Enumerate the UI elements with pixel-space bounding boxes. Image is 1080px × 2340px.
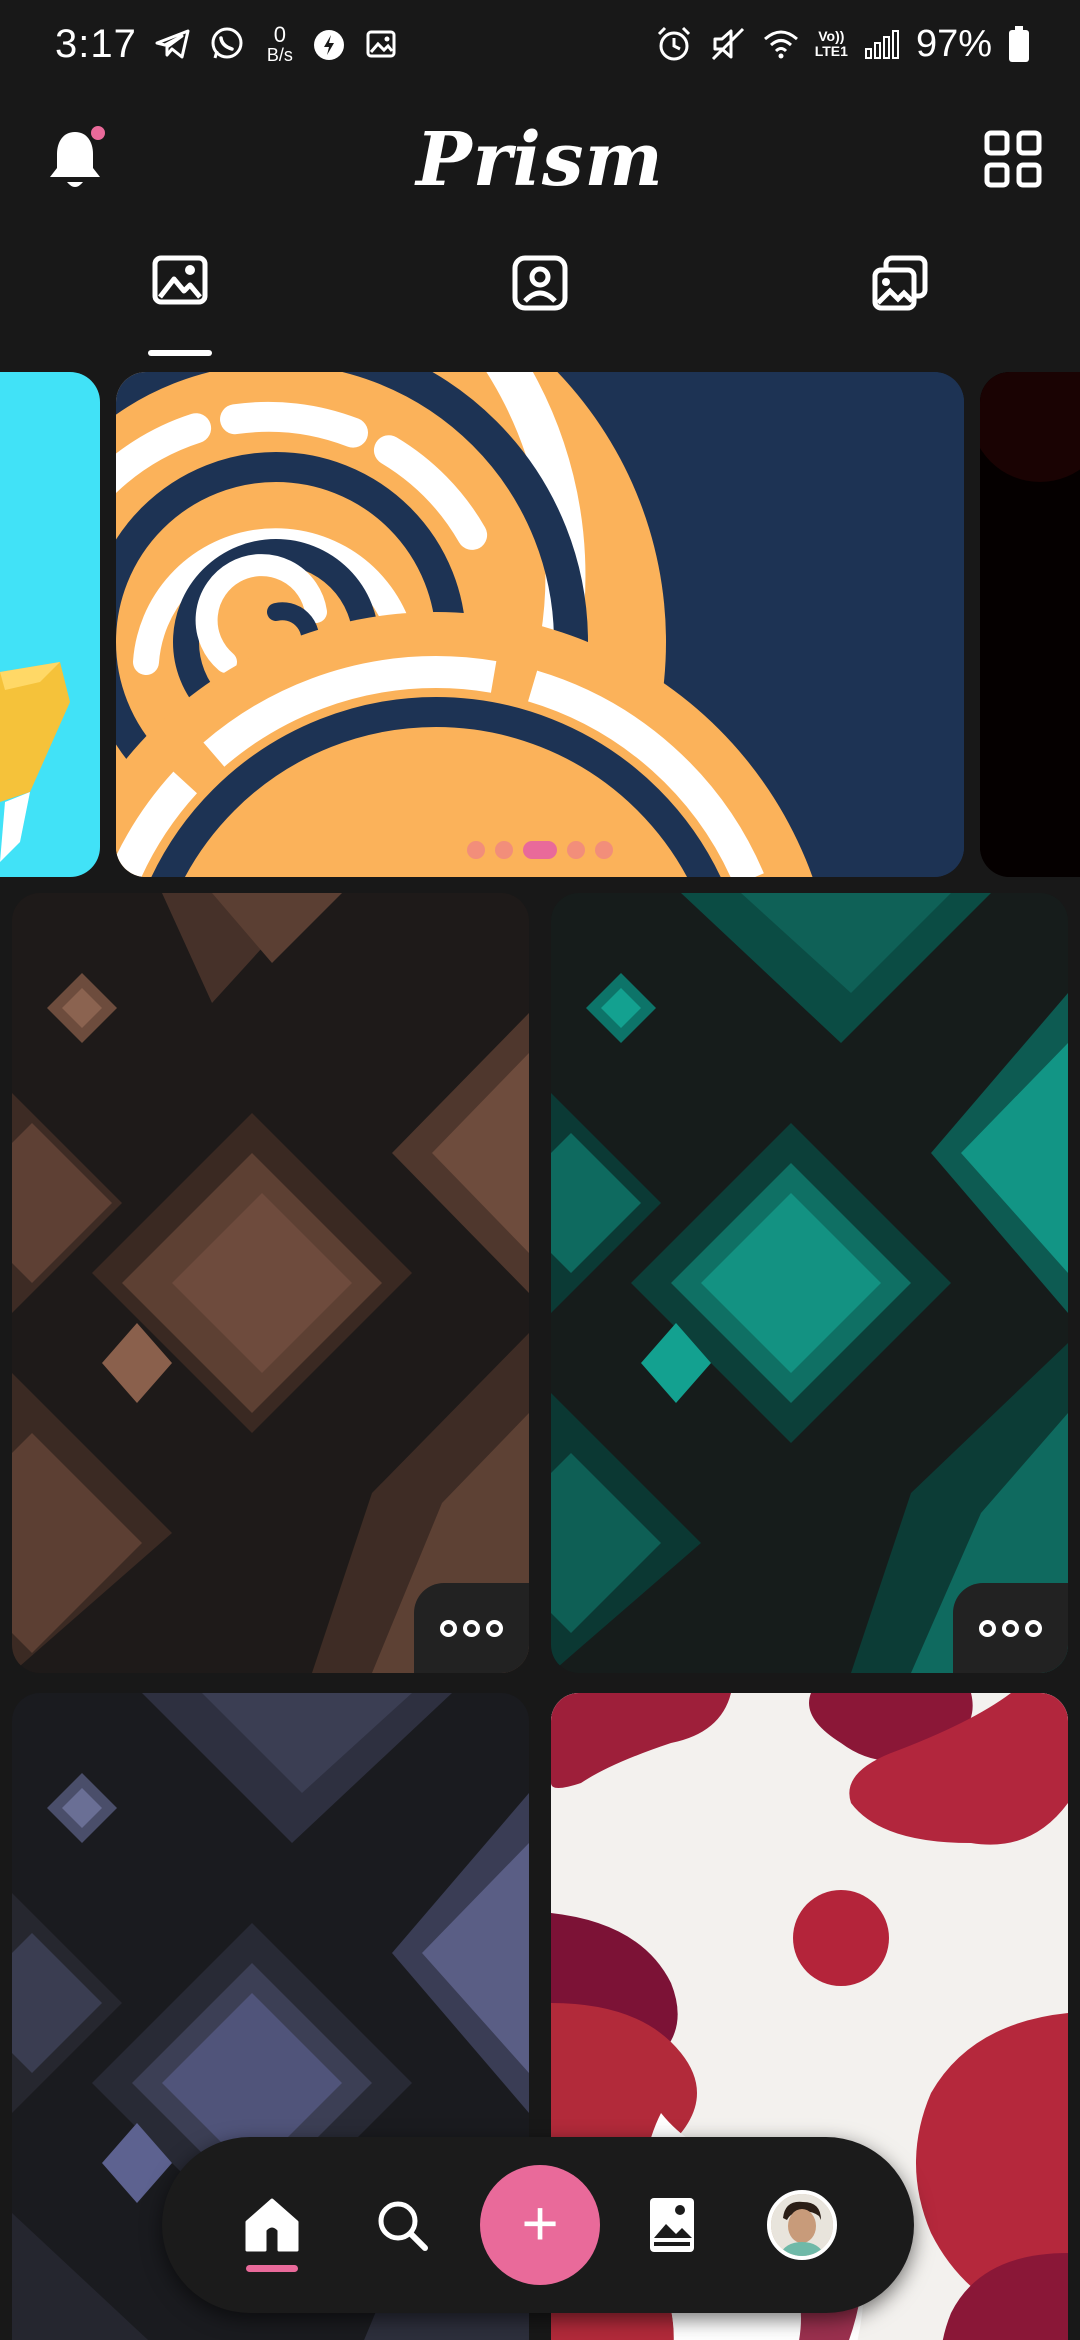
more-icon-dot [1002,1619,1019,1637]
grid-icon [984,130,1042,188]
app-notification-icon [311,26,347,62]
more-icon-dot [463,1619,480,1637]
nav-active-indicator [246,2265,298,2272]
more-icon-dot [486,1619,503,1637]
image-icon [365,27,399,61]
carousel-dot [595,841,613,859]
avatar [767,2190,837,2260]
add-icon: + [521,2187,559,2259]
tab-indicator [148,350,212,356]
carousel-dot [467,841,485,859]
bottom-navigation: + [162,2137,914,2313]
carousel-dot [495,841,513,859]
volte-icon: Vo)) LTE1 [815,29,848,58]
profile-tab-icon [512,255,568,311]
wallpapers-tab-icon [152,255,208,305]
screen: 3:17 0 B/s Vo)) LTE1 97% Prism + [0,0,1080,2340]
add-button[interactable]: + [480,2165,600,2285]
carousel-slide-previous[interactable] [0,372,100,877]
volte-bottom: LTE1 [814,43,848,59]
nav-profile-button[interactable] [762,2137,842,2313]
app-bar: Prism [0,110,1080,210]
more-options-button[interactable] [953,1583,1068,1673]
tab-collections[interactable] [860,255,940,345]
tab-bar [0,255,1080,356]
battery-icon [1008,25,1030,63]
carousel-slide-next[interactable] [980,372,1080,877]
carousel-dot [567,841,585,859]
wifi-icon [763,29,799,59]
search-icon [378,2201,428,2251]
more-icon-dot [1025,1619,1042,1637]
gallery-icon [650,2198,694,2252]
status-time: 3:17 [55,21,137,66]
volte-top: Vo)) [818,28,845,45]
home-icon [245,2198,299,2252]
featured-carousel[interactable] [0,372,1080,877]
tab-profile[interactable] [500,255,580,345]
net-speed-value: 0 [273,22,286,47]
more-options-button[interactable] [414,1583,529,1673]
grid-menu-button[interactable] [984,130,1042,188]
app-title: Prism [416,117,664,203]
net-speed: 0 B/s [266,22,293,65]
net-speed-unit: B/s [266,45,293,65]
alarm-icon [655,25,693,63]
nav-search-button[interactable] [362,2137,442,2313]
battery-percent: 97% [915,22,992,65]
carousel-dot-active [523,841,557,859]
wallpaper-tile[interactable] [12,893,529,1673]
tab-wallpapers[interactable] [140,255,220,345]
signal-icon [864,29,900,59]
carousel-indicator [116,841,964,859]
nav-gallery-button[interactable] [632,2137,712,2313]
status-bar: 3:17 0 B/s Vo)) LTE1 97% [0,0,1080,88]
wallpaper-tile[interactable] [551,893,1068,1673]
more-icon [440,1619,457,1637]
telegram-icon [155,28,191,60]
more-icon [979,1619,996,1637]
nav-home-button[interactable] [232,2137,312,2313]
carousel-slide-current[interactable] [116,372,964,877]
collections-tab-icon [872,255,928,311]
mute-icon [709,25,747,63]
whatsapp-icon [209,26,245,62]
